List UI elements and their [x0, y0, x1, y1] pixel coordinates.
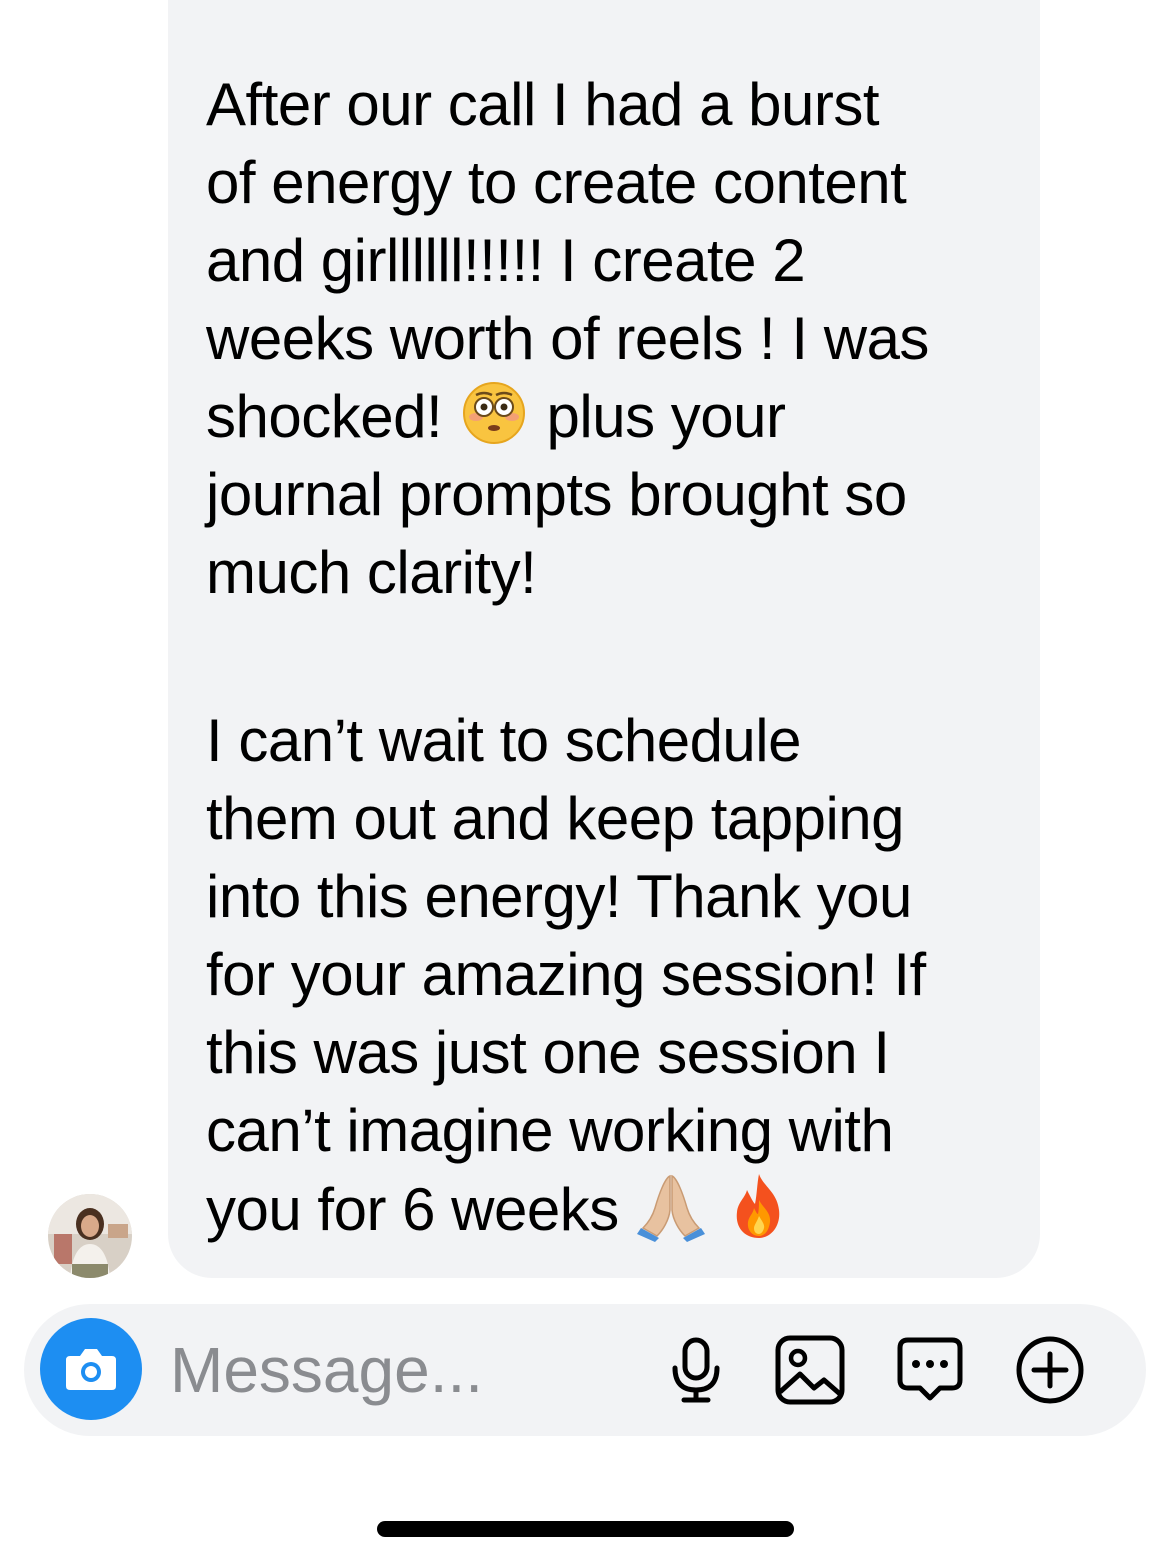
sticker-chat-icon[interactable] [894, 1334, 966, 1406]
message-text: plus your [546, 383, 786, 450]
add-circle-icon[interactable] [1014, 1334, 1086, 1406]
message-line: you for 6 weeks [206, 1170, 795, 1249]
message-line: weeks worth of reels ! I was [206, 305, 929, 372]
message-line: them out and keep tapping [206, 785, 905, 852]
folded-hands-emoji [636, 1174, 705, 1242]
camera-button[interactable] [40, 1318, 142, 1420]
message-text: shocked! [206, 383, 443, 450]
microphone-icon[interactable] [660, 1334, 732, 1406]
message-line: I can’t wait to schedule [206, 707, 802, 774]
flushed-face-emoji [463, 382, 526, 444]
message-line: After our call I had a burst [206, 71, 880, 138]
fire-emoji [736, 1174, 780, 1238]
message-line: for your amazing session! If [206, 941, 926, 1008]
gallery-icon[interactable] [774, 1334, 846, 1406]
message-line: and girllllll!!!!! I create 2 [206, 227, 806, 294]
profile-photo [48, 1194, 132, 1278]
camera-icon [66, 1349, 116, 1390]
avatar[interactable] [48, 1194, 132, 1278]
message-line: shocked! plus your [206, 378, 786, 456]
message-line: this was just one session I [206, 1019, 890, 1086]
message-line: of energy to create content [206, 149, 907, 216]
message-input[interactable]: Message... [170, 1330, 483, 1410]
message-text: you for 6 weeks [206, 1176, 619, 1243]
message-line: can’t imagine working with [206, 1097, 894, 1164]
message-line: into this energy! Thank you [206, 863, 912, 930]
home-indicator[interactable] [377, 1521, 794, 1537]
message-line: much clarity! [206, 539, 537, 606]
message-line: journal prompts brought so [206, 461, 907, 528]
